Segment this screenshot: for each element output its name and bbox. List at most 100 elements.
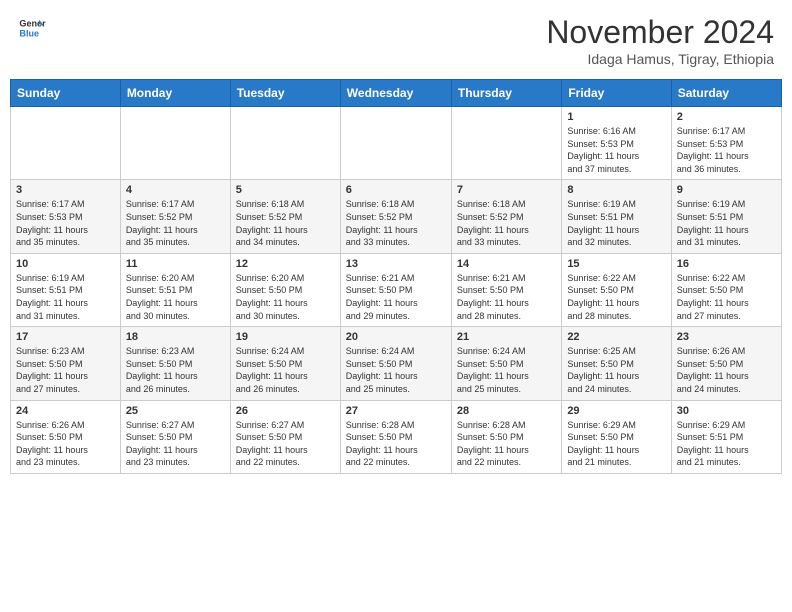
calendar-week-2: 3 Sunrise: 6:17 AM Sunset: 5:53 PM Daylig… [11, 180, 782, 253]
day-info: Sunrise: 6:21 AM Sunset: 5:50 PM Dayligh… [457, 272, 556, 322]
day-info: Sunrise: 6:17 AM Sunset: 5:53 PM Dayligh… [16, 198, 115, 248]
day-number: 7 [457, 184, 556, 196]
day-info: Sunrise: 6:28 AM Sunset: 5:50 PM Dayligh… [457, 419, 556, 469]
calendar-cell: 27 Sunrise: 6:28 AM Sunset: 5:50 PM Dayli… [340, 400, 451, 473]
weekday-header-wednesday: Wednesday [340, 80, 451, 107]
day-info: Sunrise: 6:20 AM Sunset: 5:50 PM Dayligh… [236, 272, 335, 322]
day-number: 30 [677, 405, 776, 417]
calendar-cell: 17 Sunrise: 6:23 AM Sunset: 5:50 PM Dayli… [11, 327, 121, 400]
day-number: 5 [236, 184, 335, 196]
calendar-cell: 3 Sunrise: 6:17 AM Sunset: 5:53 PM Daylig… [11, 180, 121, 253]
calendar-cell [340, 107, 451, 180]
title-block: November 2024 Idaga Hamus, Tigray, Ethio… [546, 14, 774, 67]
calendar-cell: 13Sunrise: 6:21 AM Sunset: 5:50 PM Dayli… [340, 253, 451, 326]
day-info: Sunrise: 6:16 AM Sunset: 5:53 PM Dayligh… [567, 125, 665, 175]
calendar-cell [120, 107, 230, 180]
weekday-header-row: SundayMondayTuesdayWednesdayThursdayFrid… [11, 80, 782, 107]
day-info: Sunrise: 6:21 AM Sunset: 5:50 PM Dayligh… [346, 272, 446, 322]
calendar-cell: 28 Sunrise: 6:28 AM Sunset: 5:50 PM Dayli… [451, 400, 561, 473]
calendar-cell [11, 107, 121, 180]
calendar-cell [230, 107, 340, 180]
day-number: 8 [567, 184, 665, 196]
weekday-header-saturday: Saturday [671, 80, 781, 107]
day-info: Sunrise: 6:25 AM Sunset: 5:50 PM Dayligh… [567, 345, 665, 395]
calendar-cell: 4 Sunrise: 6:17 AM Sunset: 5:52 PM Daylig… [120, 180, 230, 253]
calendar-cell: 7 Sunrise: 6:18 AM Sunset: 5:52 PM Daylig… [451, 180, 561, 253]
calendar-cell: 20 Sunrise: 6:24 AM Sunset: 5:50 PM Dayli… [340, 327, 451, 400]
calendar-cell: 19 Sunrise: 6:24 AM Sunset: 5:50 PM Dayli… [230, 327, 340, 400]
weekday-header-monday: Monday [120, 80, 230, 107]
calendar-cell: 15 Sunrise: 6:22 AM Sunset: 5:50 PM Dayli… [562, 253, 671, 326]
day-info: Sunrise: 6:20 AM Sunset: 5:51 PM Dayligh… [126, 272, 225, 322]
calendar-cell: 11 Sunrise: 6:20 AM Sunset: 5:51 PM Dayli… [120, 253, 230, 326]
day-info: Sunrise: 6:28 AM Sunset: 5:50 PM Dayligh… [346, 419, 446, 469]
calendar-cell: 9 Sunrise: 6:19 AM Sunset: 5:51 PM Daylig… [671, 180, 781, 253]
day-number: 2 [677, 111, 776, 123]
day-info: Sunrise: 6:17 AM Sunset: 5:52 PM Dayligh… [126, 198, 225, 248]
calendar-cell: 21 Sunrise: 6:24 AM Sunset: 5:50 PM Dayli… [451, 327, 561, 400]
day-number: 16 [677, 258, 776, 270]
calendar-cell: 1 Sunrise: 6:16 AM Sunset: 5:53 PM Daylig… [562, 107, 671, 180]
day-number: 1 [567, 111, 665, 123]
weekday-header-friday: Friday [562, 80, 671, 107]
calendar-week-3: 10Sunrise: 6:19 AM Sunset: 5:51 PM Dayli… [11, 253, 782, 326]
day-number: 3 [16, 184, 115, 196]
day-info: Sunrise: 6:23 AM Sunset: 5:50 PM Dayligh… [126, 345, 225, 395]
weekday-header-tuesday: Tuesday [230, 80, 340, 107]
calendar-week-5: 24Sunrise: 6:26 AM Sunset: 5:50 PM Dayli… [11, 400, 782, 473]
calendar-cell: 25 Sunrise: 6:27 AM Sunset: 5:50 PM Dayli… [120, 400, 230, 473]
day-number: 23 [677, 331, 776, 343]
day-info: Sunrise: 6:27 AM Sunset: 5:50 PM Dayligh… [126, 419, 225, 469]
calendar-cell: 16 Sunrise: 6:22 AM Sunset: 5:50 PM Dayli… [671, 253, 781, 326]
day-info: Sunrise: 6:23 AM Sunset: 5:50 PM Dayligh… [16, 345, 115, 395]
day-info: Sunrise: 6:22 AM Sunset: 5:50 PM Dayligh… [677, 272, 776, 322]
weekday-header-thursday: Thursday [451, 80, 561, 107]
calendar-cell [451, 107, 561, 180]
day-number: 4 [126, 184, 225, 196]
day-info: Sunrise: 6:19 AM Sunset: 5:51 PM Dayligh… [677, 198, 776, 248]
day-number: 17 [16, 331, 115, 343]
calendar-cell: 14Sunrise: 6:21 AM Sunset: 5:50 PM Dayli… [451, 253, 561, 326]
svg-text:Blue: Blue [19, 28, 39, 38]
day-info: Sunrise: 6:18 AM Sunset: 5:52 PM Dayligh… [457, 198, 556, 248]
calendar-cell: 26Sunrise: 6:27 AM Sunset: 5:50 PM Dayli… [230, 400, 340, 473]
day-number: 27 [346, 405, 446, 417]
day-info: Sunrise: 6:19 AM Sunset: 5:51 PM Dayligh… [567, 198, 665, 248]
day-number: 6 [346, 184, 446, 196]
day-number: 28 [457, 405, 556, 417]
calendar-cell: 12 Sunrise: 6:20 AM Sunset: 5:50 PM Dayli… [230, 253, 340, 326]
calendar-cell: 22 Sunrise: 6:25 AM Sunset: 5:50 PM Dayli… [562, 327, 671, 400]
day-info: Sunrise: 6:18 AM Sunset: 5:52 PM Dayligh… [236, 198, 335, 248]
day-number: 24 [16, 405, 115, 417]
page-header: General Blue November 2024 Idaga Hamus, … [10, 10, 782, 71]
day-number: 29 [567, 405, 665, 417]
day-number: 11 [126, 258, 225, 270]
day-number: 9 [677, 184, 776, 196]
day-number: 21 [457, 331, 556, 343]
day-info: Sunrise: 6:24 AM Sunset: 5:50 PM Dayligh… [236, 345, 335, 395]
day-number: 25 [126, 405, 225, 417]
calendar-table: SundayMondayTuesdayWednesdayThursdayFrid… [10, 79, 782, 474]
day-number: 10 [16, 258, 115, 270]
day-number: 26 [236, 405, 335, 417]
day-number: 19 [236, 331, 335, 343]
calendar-cell: 8 Sunrise: 6:19 AM Sunset: 5:51 PM Daylig… [562, 180, 671, 253]
logo: General Blue [18, 14, 46, 42]
calendar-cell: 29 Sunrise: 6:29 AM Sunset: 5:50 PM Dayli… [562, 400, 671, 473]
day-info: Sunrise: 6:29 AM Sunset: 5:50 PM Dayligh… [567, 419, 665, 469]
day-number: 20 [346, 331, 446, 343]
calendar-cell: 24Sunrise: 6:26 AM Sunset: 5:50 PM Dayli… [11, 400, 121, 473]
location: Idaga Hamus, Tigray, Ethiopia [546, 51, 774, 67]
day-info: Sunrise: 6:29 AM Sunset: 5:51 PM Dayligh… [677, 419, 776, 469]
calendar-cell: 2Sunrise: 6:17 AM Sunset: 5:53 PM Daylig… [671, 107, 781, 180]
calendar-week-4: 17 Sunrise: 6:23 AM Sunset: 5:50 PM Dayli… [11, 327, 782, 400]
day-info: Sunrise: 6:24 AM Sunset: 5:50 PM Dayligh… [457, 345, 556, 395]
day-number: 22 [567, 331, 665, 343]
day-info: Sunrise: 6:24 AM Sunset: 5:50 PM Dayligh… [346, 345, 446, 395]
day-number: 12 [236, 258, 335, 270]
day-number: 15 [567, 258, 665, 270]
day-info: Sunrise: 6:26 AM Sunset: 5:50 PM Dayligh… [677, 345, 776, 395]
day-info: Sunrise: 6:22 AM Sunset: 5:50 PM Dayligh… [567, 272, 665, 322]
day-number: 18 [126, 331, 225, 343]
calendar-cell: 5 Sunrise: 6:18 AM Sunset: 5:52 PM Daylig… [230, 180, 340, 253]
